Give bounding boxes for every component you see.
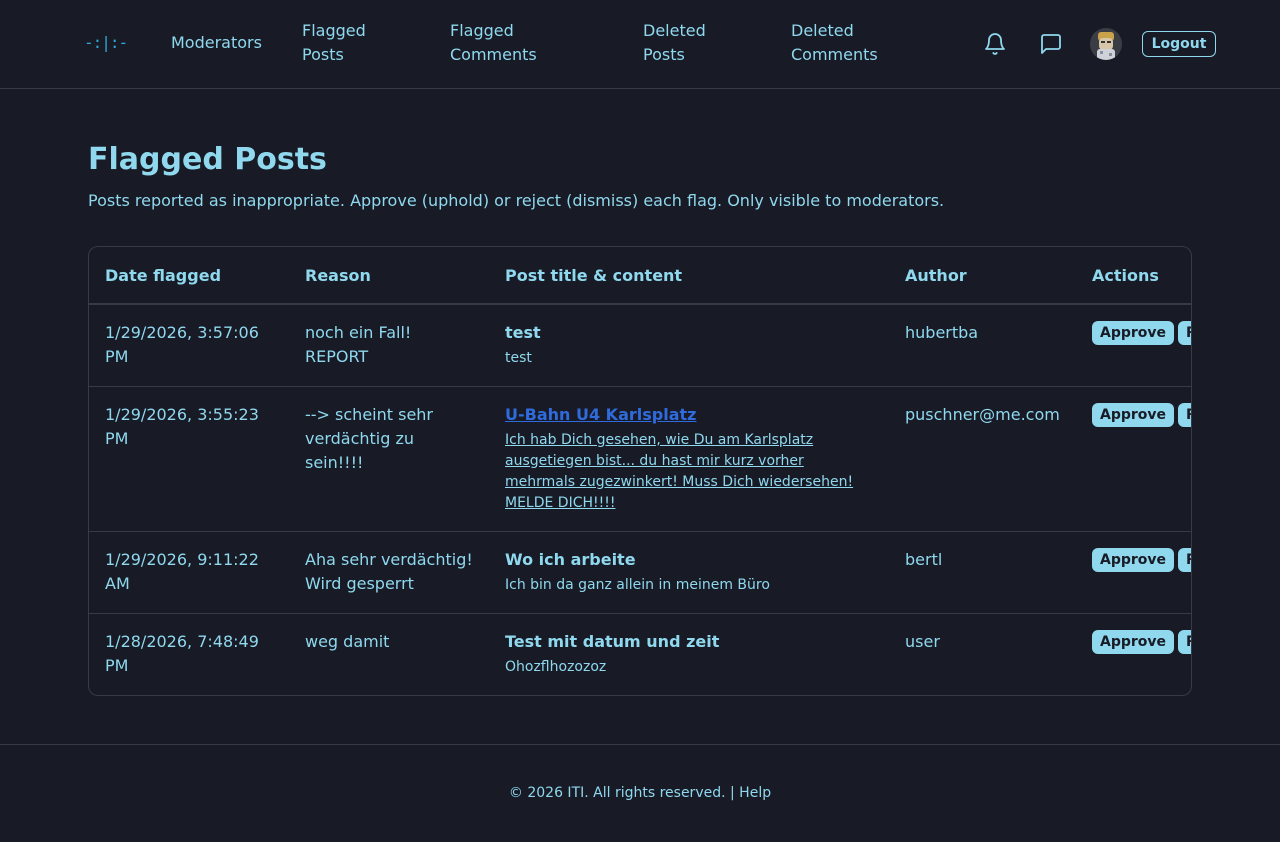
nav-deleted-comments[interactable]: Deleted Comments — [791, 19, 901, 67]
flagged-posts-table-container[interactable]: Date flagged Reason Post title & content… — [88, 246, 1192, 696]
cell-reason: noch ein Fall! REPORT — [289, 304, 489, 387]
footer-copyright: © 2026 ITI. All rights reserved. | — [508, 785, 735, 801]
approve-button[interactable]: Approve — [1092, 321, 1175, 345]
column-header-post: Post title & content — [489, 247, 889, 305]
page-footer: © 2026 ITI. All rights reserved. | Help — [0, 744, 1280, 842]
cell-post: U-Bahn U4 Karlsplatz Ich hab Dich gesehe… — [489, 386, 889, 532]
cell-post: Wo ich arbeite Ich bin da ganz allein in… — [489, 531, 889, 614]
reject-button[interactable]: Reject — [1178, 547, 1191, 572]
footer-text: © 2026 ITI. All rights reserved. | Help — [0, 783, 1280, 803]
nav-deleted-posts[interactable]: Deleted Posts — [643, 19, 723, 67]
footer-help-link[interactable]: Help — [739, 785, 771, 801]
nav-flagged-posts[interactable]: Flagged Posts — [302, 19, 412, 67]
column-header-author: Author — [889, 247, 1076, 305]
cell-author: hubertba — [889, 304, 1076, 387]
cell-reason: weg damit — [305, 631, 390, 651]
logout-button[interactable]: Logout — [1142, 31, 1216, 57]
post-content: Ich bin da ganz allein in meinem Büro — [505, 576, 770, 593]
cell-author: bertl — [889, 531, 1076, 614]
cell-date: 1/28/2026, 7:48:49 PM — [105, 631, 259, 675]
cell-actions: ApproveReject — [1076, 613, 1191, 695]
cell-actions: ApproveReject — [1076, 386, 1191, 532]
table-row: 1/28/2026, 7:48:49 PM weg damit Test mit… — [89, 613, 1191, 695]
column-header-reason: Reason — [289, 247, 489, 305]
reject-button[interactable]: Reject — [1178, 402, 1191, 427]
cell-reason: Aha sehr verdächtig! Wird gesperrt — [289, 531, 489, 614]
post-title: test — [505, 323, 541, 342]
page-title: Flagged Posts — [88, 142, 327, 177]
avatar[interactable] — [1090, 28, 1122, 60]
column-header-date: Date flagged — [89, 247, 289, 305]
post-content-link[interactable]: Ich hab Dich gesehen, wie Du am Karlspla… — [505, 430, 873, 514]
bell-icon[interactable] — [981, 30, 1009, 58]
top-header: -:|:- Moderators Flagged Posts Flagged C… — [0, 0, 1280, 89]
approve-button[interactable]: Approve — [1092, 629, 1175, 654]
approve-button[interactable]: Approve — [1092, 402, 1175, 427]
table-row: 1/29/2026, 3:55:23 PM --> scheint sehr v… — [89, 386, 1191, 532]
post-title: Test mit datum und zeit — [505, 631, 720, 651]
cell-post: test test — [489, 304, 889, 387]
chat-icon[interactable] — [1037, 30, 1065, 58]
column-header-actions: Actions — [1076, 247, 1191, 305]
post-content: test — [505, 350, 532, 366]
reject-button[interactable]: Reject — [1178, 629, 1191, 654]
post-content: Ohozflhozozoz — [505, 658, 607, 675]
post-title-link[interactable]: U-Bahn U4 Karlsplatz — [505, 403, 873, 427]
table-row: 1/29/2026, 9:11:22 AM Aha sehr verdächti… — [89, 531, 1191, 614]
cell-author: puschner@me.com — [889, 386, 1076, 532]
cell-actions: ApproveReject — [1076, 531, 1191, 614]
cell-reason: --> scheint sehr verdächtig zu sein!!!! — [289, 386, 489, 532]
cell-post: Test mit datum und zeit Ohozflhozozoz — [489, 613, 889, 695]
table-row: 1/29/2026, 3:57:06 PM noch ein Fall! REP… — [89, 304, 1191, 387]
app-logo[interactable]: -:|:- — [84, 30, 128, 56]
nav-moderators[interactable]: Moderators — [171, 31, 262, 55]
post-title: Wo ich arbeite — [505, 549, 636, 569]
reject-button[interactable]: Reject — [1178, 321, 1191, 345]
cell-date: 1/29/2026, 9:11:22 AM — [89, 531, 289, 614]
flagged-posts-table: Date flagged Reason Post title & content… — [89, 247, 1191, 695]
cell-author: user — [905, 631, 940, 651]
approve-button[interactable]: Approve — [1092, 547, 1175, 572]
nav-flagged-comments[interactable]: Flagged Comments — [450, 19, 560, 67]
page-description: Posts reported as inappropriate. Approve… — [88, 191, 945, 210]
cell-date: 1/29/2026, 3:55:23 PM — [89, 386, 289, 532]
table-header-row: Date flagged Reason Post title & content… — [89, 247, 1191, 305]
cell-date: 1/29/2026, 3:57:06 PM — [89, 304, 289, 387]
cell-actions: ApproveReject — [1076, 304, 1191, 387]
